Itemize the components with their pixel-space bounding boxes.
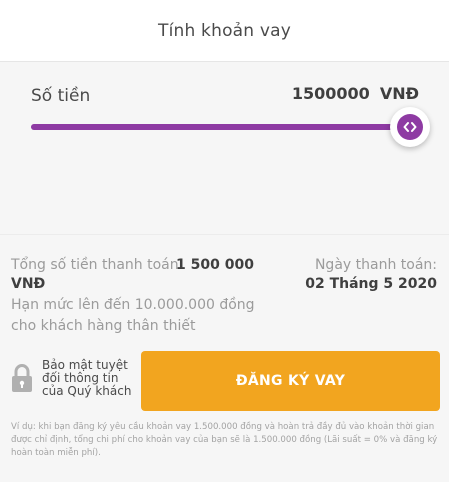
amount-value: 1500000 VNĐ [292, 84, 419, 103]
payment-date-label: Ngày thanh toán: [314, 257, 437, 273]
amount-currency: VNĐ [379, 84, 419, 103]
amount-panel: Số tiền 1500000 VNĐ [0, 62, 449, 234]
payment-summary: Tổng số tiền thanh toán: 1 500 000 VNĐ H… [0, 234, 449, 482]
total-payment-currency: VNĐ [11, 276, 46, 292]
amount-slider-thumb[interactable] [390, 107, 430, 147]
lock-icon [10, 363, 34, 397]
page-title: Tính khoản vay [157, 20, 291, 41]
payment-date-value: 02 Tháng 5 2020 [305, 276, 437, 292]
security-text: Bảo mật tuyệt đối thông tin của Quý khác… [42, 358, 132, 398]
total-payment-value: 1 500 000 [176, 257, 254, 273]
code-arrows-icon [397, 114, 423, 140]
amount-label: Số tiền [31, 86, 91, 106]
page-header: Tính khoản vay [0, 0, 449, 62]
credit-limit-text: Hạn mức lên đến 10.000.000 đồng cho khác… [11, 297, 255, 334]
amount-number: 1500000 [291, 84, 370, 103]
amount-slider-fill [31, 124, 400, 130]
disclaimer-text: Ví dụ: khi bạn đăng ký yêu cầu khoản vay… [11, 422, 438, 458]
register-loan-button[interactable]: ĐĂNG KÝ VAY [141, 351, 440, 411]
amount-slider-track[interactable] [31, 124, 411, 130]
total-payment-label: Tổng số tiền thanh toán: [11, 257, 184, 273]
